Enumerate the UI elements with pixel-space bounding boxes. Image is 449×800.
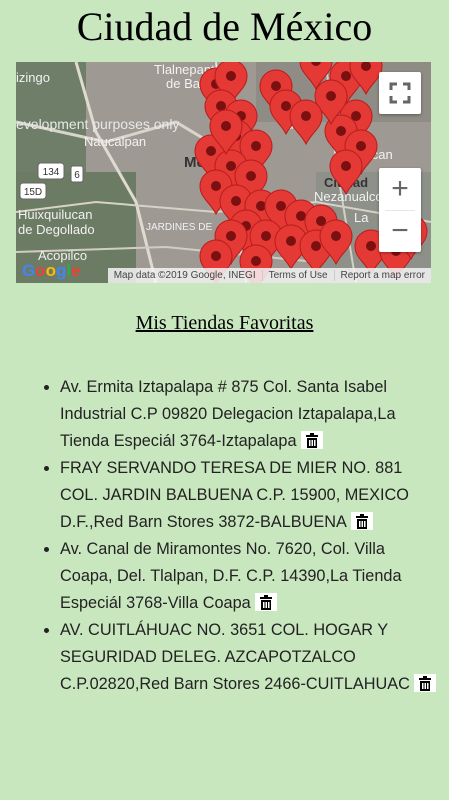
zoom-out-button[interactable]: − [379,210,421,252]
store-address: Av. Canal de Miramontes No. 7620, Col. V… [60,540,402,612]
delete-store-button[interactable] [350,511,373,530]
store-list: Av. Ermita Iztapalapa # 875 Col. Santa I… [0,374,449,698]
trash-icon [259,594,272,610]
google-logo[interactable]: Google [22,261,81,281]
store-item: Av. Canal de Miramontes No. 7620, Col. V… [60,536,449,617]
report-map-error-link[interactable]: Report a map error [333,270,431,281]
trash-icon [355,513,368,529]
store-item: AV. CUITLÁHUAC NO. 3651 COL. HOGAR Y SEG… [60,617,449,698]
terms-of-use-link[interactable]: Terms of Use [261,270,334,281]
delete-store-button[interactable] [413,673,436,692]
map-footer: Map data ©2019 Google, INEGI Terms of Us… [107,268,431,283]
store-address: AV. CUITLÁHUAC NO. 3651 COL. HOGAR Y SEG… [60,621,410,693]
store-item: FRAY SERVANDO TERESA DE MIER NO. 881 COL… [60,455,449,536]
trash-icon [305,432,318,448]
delete-store-button[interactable] [254,592,277,611]
store-address: Av. Ermita Iztapalapa # 875 Col. Santa I… [60,378,396,450]
zoom-control: + − [379,168,421,252]
map-markers-layer[interactable] [16,62,431,283]
map-marker[interactable] [329,149,363,196]
store-item: Av. Ermita Iztapalapa # 875 Col. Santa I… [60,374,449,455]
map-data-attribution: Map data ©2019 Google, INEGI [113,270,256,281]
map-marker[interactable] [289,99,323,146]
fullscreen-button[interactable] [379,72,421,114]
store-map[interactable]: Tlalnepantla de Ba izingo evelopment pur… [16,62,431,283]
zoom-divider [385,210,415,211]
favorites-heading: Mis Tiendas Favoritas [135,312,314,334]
fullscreen-icon [389,82,411,104]
delete-store-button[interactable] [300,430,323,449]
trash-icon [418,675,431,691]
zoom-in-button[interactable]: + [379,168,421,210]
page-title: Ciudad de México [76,4,373,49]
